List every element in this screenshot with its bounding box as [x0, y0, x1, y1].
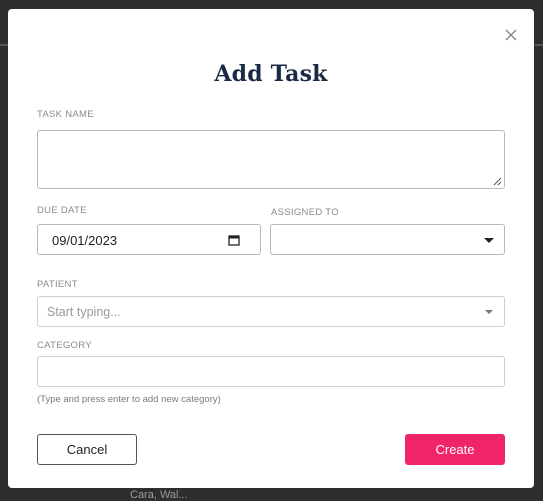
- due-date-label: DUE DATE: [37, 205, 87, 216]
- close-icon: [505, 29, 517, 41]
- modal-title: Add Task: [214, 61, 328, 87]
- patient-label: PATIENT: [37, 279, 78, 290]
- task-name-textarea[interactable]: [37, 130, 505, 189]
- patient-select[interactable]: Start typing...: [37, 296, 505, 327]
- add-task-modal: Add Task TASK NAME DUE DATE 09/01/2023 A…: [8, 9, 534, 488]
- caret-down-icon: [485, 310, 493, 314]
- due-date-value: 09/01/2023: [52, 233, 118, 248]
- assigned-to-select[interactable]: [270, 224, 505, 255]
- caret-down-icon: [484, 238, 494, 243]
- assigned-to-label: ASSIGNED TO: [271, 207, 339, 218]
- resize-handle-icon[interactable]: [493, 177, 502, 186]
- background-divider: [0, 44, 8, 46]
- close-button[interactable]: [502, 26, 520, 44]
- due-date-input[interactable]: 09/01/2023: [37, 224, 261, 255]
- category-hint: (Type and press enter to add new categor…: [37, 394, 221, 405]
- create-button[interactable]: Create: [405, 434, 505, 465]
- patient-placeholder: Start typing...: [47, 305, 121, 319]
- background-divider: [535, 44, 543, 46]
- background-text: Cara, Wal...: [130, 489, 188, 501]
- category-input[interactable]: [37, 356, 505, 387]
- task-name-label: TASK NAME: [37, 109, 94, 120]
- category-label: CATEGORY: [37, 340, 92, 351]
- cancel-button[interactable]: Cancel: [37, 434, 137, 465]
- calendar-icon[interactable]: [228, 234, 240, 246]
